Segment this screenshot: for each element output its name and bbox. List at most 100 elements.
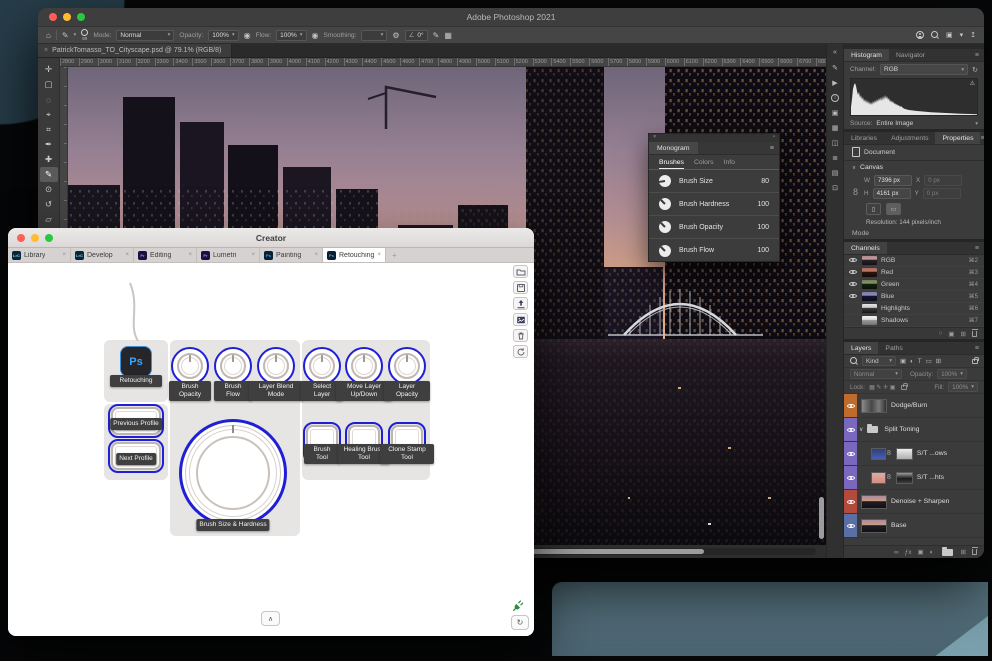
monogram-tab-info[interactable]: Info bbox=[724, 155, 735, 169]
visibility-eye-icon[interactable] bbox=[848, 267, 858, 276]
patterns-icon[interactable]: ▦ bbox=[828, 122, 842, 133]
vertical-scrollbar[interactable] bbox=[819, 497, 824, 539]
layer-row[interactable]: Dodge/Burn bbox=[844, 394, 984, 418]
creator-tab-lumetri[interactable]: PrLumetri× bbox=[197, 248, 260, 262]
close-window-button[interactable] bbox=[49, 13, 57, 21]
canvas-width-field[interactable]: 7396 px bbox=[874, 175, 912, 186]
filter-type-select[interactable]: Kind▾ bbox=[862, 356, 896, 366]
group-expand-icon[interactable]: ∨ bbox=[859, 426, 863, 433]
brush-tool-icon[interactable]: ✎ bbox=[62, 31, 69, 40]
monogram-control-row[interactable]: Brush Opacity100 bbox=[649, 216, 779, 239]
panel-menu-icon[interactable]: ≡ bbox=[975, 49, 984, 61]
eyedropper-tool-icon[interactable]: ✒ bbox=[40, 137, 58, 152]
layer-row[interactable]: Denoise + Sharpen bbox=[844, 490, 984, 514]
object-selection-tool-icon[interactable]: ⌖ bbox=[40, 107, 58, 122]
monogram-control-row[interactable]: Brush Flow100 bbox=[649, 239, 779, 262]
sync-button[interactable] bbox=[513, 345, 528, 358]
add-tab-button[interactable]: + bbox=[386, 248, 403, 262]
histogram-dock-icon[interactable]: ◫ bbox=[828, 137, 842, 148]
knob-select-layer[interactable] bbox=[303, 347, 341, 385]
lasso-tool-icon[interactable]: ◌ bbox=[40, 92, 58, 107]
landscape-orientation-button[interactable]: ▭ bbox=[886, 203, 901, 215]
brush-size-hardness-dial[interactable] bbox=[179, 419, 287, 527]
tab-paths[interactable]: Paths bbox=[878, 342, 909, 354]
info-icon[interactable]: i bbox=[828, 92, 842, 103]
visibility-eye-icon[interactable] bbox=[846, 473, 856, 482]
marquee-tool-icon[interactable]: ▢ bbox=[40, 77, 58, 92]
new-channel-icon[interactable]: ⊞ bbox=[961, 330, 966, 338]
minimize-window-button[interactable] bbox=[31, 234, 39, 242]
refresh-device-button[interactable]: ↻ bbox=[511, 615, 529, 630]
actions-icon[interactable]: ▶ bbox=[828, 77, 842, 88]
filter-pixel-icon[interactable]: ▣ bbox=[900, 358, 906, 365]
visibility-eye-icon[interactable] bbox=[848, 279, 858, 288]
airbrush-pressure-icon[interactable]: ◉ bbox=[312, 31, 319, 40]
blend-mode-select[interactable]: Normal▾ bbox=[116, 30, 174, 41]
layer-fill-select[interactable]: 100%▾ bbox=[948, 382, 978, 392]
close-icon[interactable]: × bbox=[653, 135, 656, 141]
visibility-eye-icon[interactable] bbox=[848, 255, 858, 264]
close-tab-icon[interactable]: × bbox=[125, 252, 129, 258]
knob-brush-flow[interactable] bbox=[214, 347, 252, 385]
minimize-window-button[interactable] bbox=[63, 13, 71, 21]
workspace-icon[interactable]: ▣ bbox=[946, 31, 953, 39]
creator-tab-retouching[interactable]: PsRetouching× bbox=[323, 248, 386, 262]
panel-menu-icon[interactable]: ≡ bbox=[770, 142, 779, 154]
close-tab-icon[interactable]: × bbox=[62, 252, 66, 258]
close-document-icon[interactable]: × bbox=[44, 47, 48, 54]
channel-row[interactable]: Green⌘4 bbox=[844, 279, 984, 291]
channel-row[interactable]: Shadows⌘7 bbox=[844, 315, 984, 327]
delete-channel-icon[interactable] bbox=[972, 331, 977, 337]
tab-navigator[interactable]: Navigator bbox=[889, 49, 932, 61]
link-layers-icon[interactable]: ∞ bbox=[894, 549, 899, 556]
monogram-title-tab[interactable]: Monogram bbox=[649, 142, 698, 154]
account-icon[interactable] bbox=[916, 31, 924, 39]
source-value[interactable]: Entire Image bbox=[876, 120, 913, 127]
home-icon[interactable]: ⌂ bbox=[46, 31, 51, 40]
airbrush-icon[interactable]: ◉ bbox=[244, 31, 251, 40]
layer-row[interactable]: ∨Split Toning bbox=[844, 418, 984, 442]
canvas-x-field[interactable]: 0 px bbox=[924, 175, 962, 186]
portrait-orientation-button[interactable]: ▯ bbox=[866, 203, 881, 215]
panel-menu-icon[interactable]: ≡ bbox=[980, 132, 984, 144]
filter-shape-icon[interactable]: ▭ bbox=[926, 358, 932, 365]
zoom-window-button[interactable] bbox=[77, 13, 85, 21]
smoothing-select[interactable]: ▾ bbox=[361, 30, 387, 41]
clone-stamp-tool-icon[interactable]: ⊙ bbox=[40, 182, 58, 197]
close-window-button[interactable] bbox=[17, 234, 25, 242]
tab-libraries[interactable]: Libraries bbox=[844, 132, 884, 144]
adjustment-layer-icon[interactable]: ◐ bbox=[930, 549, 934, 556]
layer-row[interactable]: Base bbox=[844, 514, 984, 538]
export-image-button[interactable] bbox=[513, 313, 528, 326]
keyboard-shortcut-button[interactable]: ∧ bbox=[261, 611, 280, 626]
document-tab[interactable]: × PatrickTomasso_TO_Cityscape.psd @ 79.1… bbox=[38, 44, 232, 57]
filter-smart-icon[interactable]: ⊞ bbox=[936, 358, 941, 365]
creator-tab-editing[interactable]: PrEditing× bbox=[134, 248, 197, 262]
flow-select[interactable]: 100%▾ bbox=[276, 30, 306, 41]
monogram-tab-colors[interactable]: Colors bbox=[694, 155, 714, 169]
close-tab-icon[interactable]: × bbox=[251, 252, 255, 258]
zoom-window-button[interactable] bbox=[45, 234, 53, 242]
mode-section-label[interactable]: Mode bbox=[844, 228, 984, 239]
brush-settings-icon[interactable]: ✎ bbox=[828, 62, 842, 73]
visibility-eye-icon[interactable] bbox=[846, 401, 856, 410]
channel-row[interactable]: Red⌘3 bbox=[844, 267, 984, 279]
layer-row[interactable]: 8S/T ...ows bbox=[844, 442, 984, 466]
add-mask-icon[interactable]: ▣ bbox=[917, 548, 923, 556]
creator-tab-develop[interactable]: LrCDevelop× bbox=[71, 248, 134, 262]
panel-menu-icon[interactable]: ≡ bbox=[975, 342, 984, 354]
visibility-eye-icon[interactable] bbox=[846, 449, 856, 458]
history-brush-tool-icon[interactable]: ↺ bbox=[40, 197, 58, 212]
creator-tab-painting[interactable]: PsPainting× bbox=[260, 248, 323, 262]
close-tab-icon[interactable]: × bbox=[188, 252, 192, 258]
brush-preset-picker[interactable]: 80 bbox=[81, 29, 88, 42]
tab-layers[interactable]: Layers bbox=[844, 342, 878, 354]
close-tab-icon[interactable]: × bbox=[377, 252, 381, 258]
tab-properties[interactable]: Properties bbox=[935, 132, 980, 144]
timeline-icon[interactable]: ≣ bbox=[828, 152, 842, 163]
knob-layer-blend-mode[interactable] bbox=[257, 347, 295, 385]
visibility-eye-icon[interactable] bbox=[846, 497, 856, 506]
tab-histogram[interactable]: Histogram bbox=[844, 49, 889, 61]
cached-data-warning-icon[interactable]: ⚠ bbox=[970, 80, 975, 87]
canvas-section-label[interactable]: Canvas bbox=[860, 164, 883, 171]
